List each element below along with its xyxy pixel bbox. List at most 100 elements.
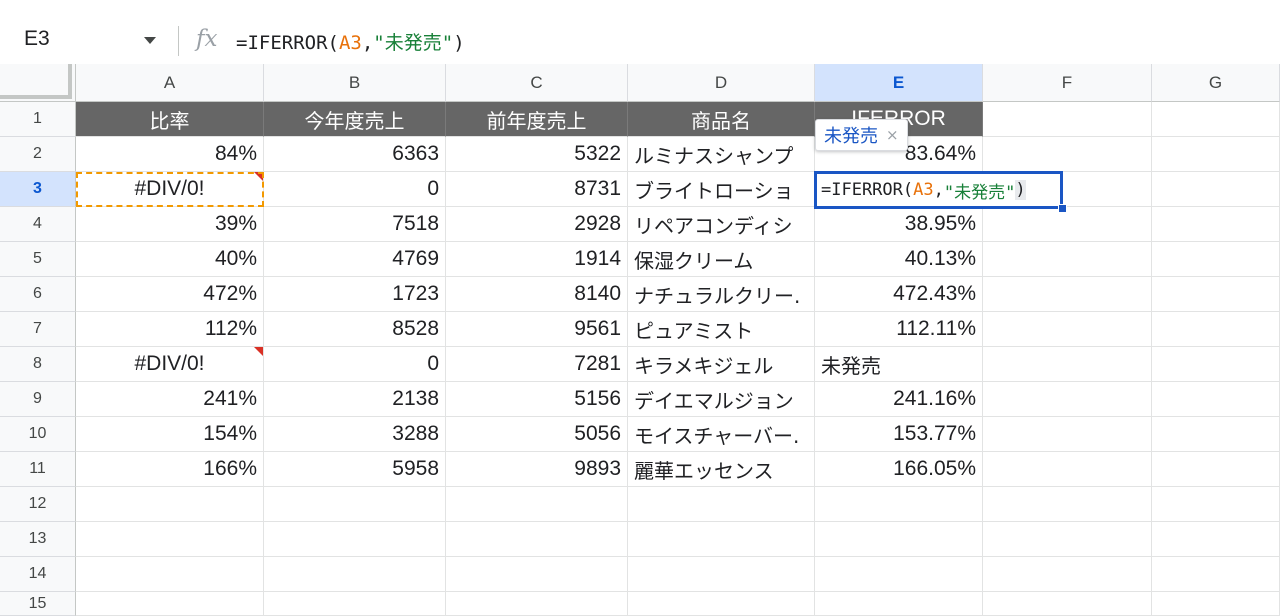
row-header-3[interactable]: 3 [0,172,76,207]
cell-a1[interactable]: 比率 [76,102,264,137]
cell-a3[interactable]: #DIV/0! [76,172,264,207]
freeze-column-handle[interactable] [68,64,72,99]
cell-b1[interactable]: 今年度売上 [264,102,446,137]
cell-f12[interactable] [983,487,1152,522]
name-box[interactable]: E3 [24,27,50,51]
cell-f4[interactable] [983,207,1152,242]
row-header-10[interactable]: 10 [0,417,76,452]
cell-f6[interactable] [983,277,1152,312]
cell-c2[interactable]: 5322 [446,137,628,172]
cell-a5[interactable]: 40% [76,242,264,277]
cell-c3[interactable]: 8731 [446,172,628,207]
cell-e15[interactable] [815,592,983,616]
cell-g10[interactable] [1152,417,1280,452]
cell-f8[interactable] [983,347,1152,382]
cell-c1[interactable]: 前年度売上 [446,102,628,137]
name-box-dropdown-icon[interactable] [144,37,156,44]
cell-d9[interactable]: デイエマルジョン [628,382,815,417]
cell-d2[interactable]: ルミナスシャンプ [628,137,815,172]
cell-g9[interactable] [1152,382,1280,417]
column-header-a[interactable]: A [76,64,264,102]
cell-g15[interactable] [1152,592,1280,616]
cell-b5[interactable]: 4769 [264,242,446,277]
cell-f13[interactable] [983,522,1152,557]
close-icon[interactable]: × [886,126,899,144]
cell-a9[interactable]: 241% [76,382,264,417]
cell-d8[interactable]: キラメキジェル [628,347,815,382]
cell-d11[interactable]: 麗華エッセンス [628,452,815,487]
cell-e14[interactable] [815,557,983,592]
cell-b3[interactable]: 0 [264,172,446,207]
cell-c8[interactable]: 7281 [446,347,628,382]
column-header-e[interactable]: E [815,64,983,102]
row-header-12[interactable]: 12 [0,487,76,522]
cell-g11[interactable] [1152,452,1280,487]
cell-c7[interactable]: 9561 [446,312,628,347]
cell-a8[interactable]: #DIV/0! [76,347,264,382]
cell-f9[interactable] [983,382,1152,417]
cell-d7[interactable]: ピュアミスト [628,312,815,347]
cell-g6[interactable] [1152,277,1280,312]
select-all-corner[interactable] [0,64,76,102]
cell-g12[interactable] [1152,487,1280,522]
active-cell-editor[interactable]: =IFERROR(A3, "未発売") [814,171,1063,209]
cell-b14[interactable] [264,557,446,592]
row-header-11[interactable]: 11 [0,452,76,487]
cell-e11[interactable]: 166.05% [815,452,983,487]
cell-a15[interactable] [76,592,264,616]
cell-e9[interactable]: 241.16% [815,382,983,417]
cell-e12[interactable] [815,487,983,522]
column-header-g[interactable]: G [1152,64,1280,102]
cell-g13[interactable] [1152,522,1280,557]
cell-c10[interactable]: 5056 [446,417,628,452]
cell-a11[interactable]: 166% [76,452,264,487]
cell-a12[interactable] [76,487,264,522]
cell-e7[interactable]: 112.11% [815,312,983,347]
column-header-c[interactable]: C [446,64,628,102]
cell-c14[interactable] [446,557,628,592]
cell-b15[interactable] [264,592,446,616]
cell-d10[interactable]: モイスチャーバー. [628,417,815,452]
cell-d1[interactable]: 商品名 [628,102,815,137]
cell-c4[interactable]: 2928 [446,207,628,242]
cell-e5[interactable]: 40.13% [815,242,983,277]
cell-f15[interactable] [983,592,1152,616]
cell-g7[interactable] [1152,312,1280,347]
cell-d13[interactable] [628,522,815,557]
cell-c15[interactable] [446,592,628,616]
row-header-9[interactable]: 9 [0,382,76,417]
cell-d14[interactable] [628,557,815,592]
cell-g8[interactable] [1152,347,1280,382]
fill-handle[interactable] [1058,204,1067,213]
cell-e8[interactable]: 未発売 [815,347,983,382]
cell-f1[interactable] [983,102,1152,137]
row-header-2[interactable]: 2 [0,137,76,172]
row-header-5[interactable]: 5 [0,242,76,277]
cell-d5[interactable]: 保湿クリーム [628,242,815,277]
cell-f2[interactable] [983,137,1152,172]
cell-e10[interactable]: 153.77% [815,417,983,452]
cell-f5[interactable] [983,242,1152,277]
cell-c11[interactable]: 9893 [446,452,628,487]
cell-g3[interactable] [1152,172,1280,207]
cell-c12[interactable] [446,487,628,522]
cell-b12[interactable] [264,487,446,522]
cell-e13[interactable] [815,522,983,557]
cell-g5[interactable] [1152,242,1280,277]
cell-c6[interactable]: 8140 [446,277,628,312]
column-header-d[interactable]: D [628,64,815,102]
cell-g1[interactable] [1152,102,1280,137]
cell-c5[interactable]: 1914 [446,242,628,277]
cell-d6[interactable]: ナチュラルクリー. [628,277,815,312]
cell-g14[interactable] [1152,557,1280,592]
cell-f14[interactable] [983,557,1152,592]
cell-d3[interactable]: ブライトローショ [628,172,815,207]
row-header-14[interactable]: 14 [0,557,76,592]
cell-a10[interactable]: 154% [76,417,264,452]
cell-a13[interactable] [76,522,264,557]
cell-b7[interactable]: 8528 [264,312,446,347]
freeze-row-handle[interactable] [0,95,72,99]
cell-f7[interactable] [983,312,1152,347]
row-header-4[interactable]: 4 [0,207,76,242]
cell-b2[interactable]: 6363 [264,137,446,172]
